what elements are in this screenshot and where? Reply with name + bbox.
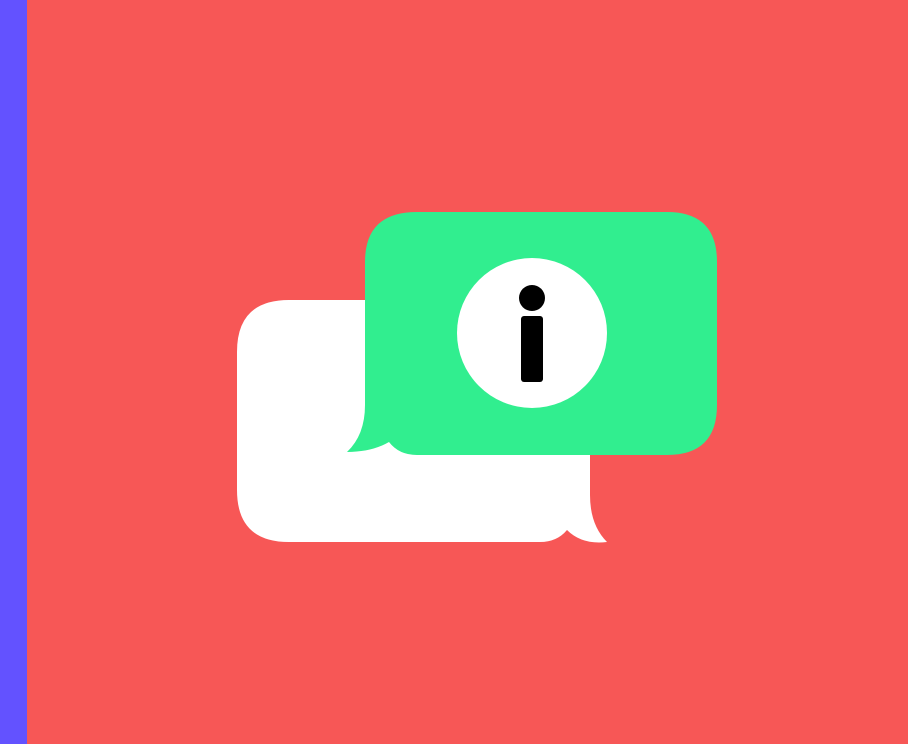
front-speech-bubble bbox=[347, 212, 717, 455]
top-edge-artifacts bbox=[282, 0, 883, 2]
info-icon-dot bbox=[519, 285, 545, 311]
chat-info-illustration bbox=[237, 0, 883, 543]
info-icon-stem bbox=[521, 316, 543, 382]
screen bbox=[0, 0, 908, 744]
left-side-strip bbox=[0, 0, 27, 744]
illustration-canvas bbox=[27, 0, 908, 744]
info-icon bbox=[457, 258, 607, 408]
